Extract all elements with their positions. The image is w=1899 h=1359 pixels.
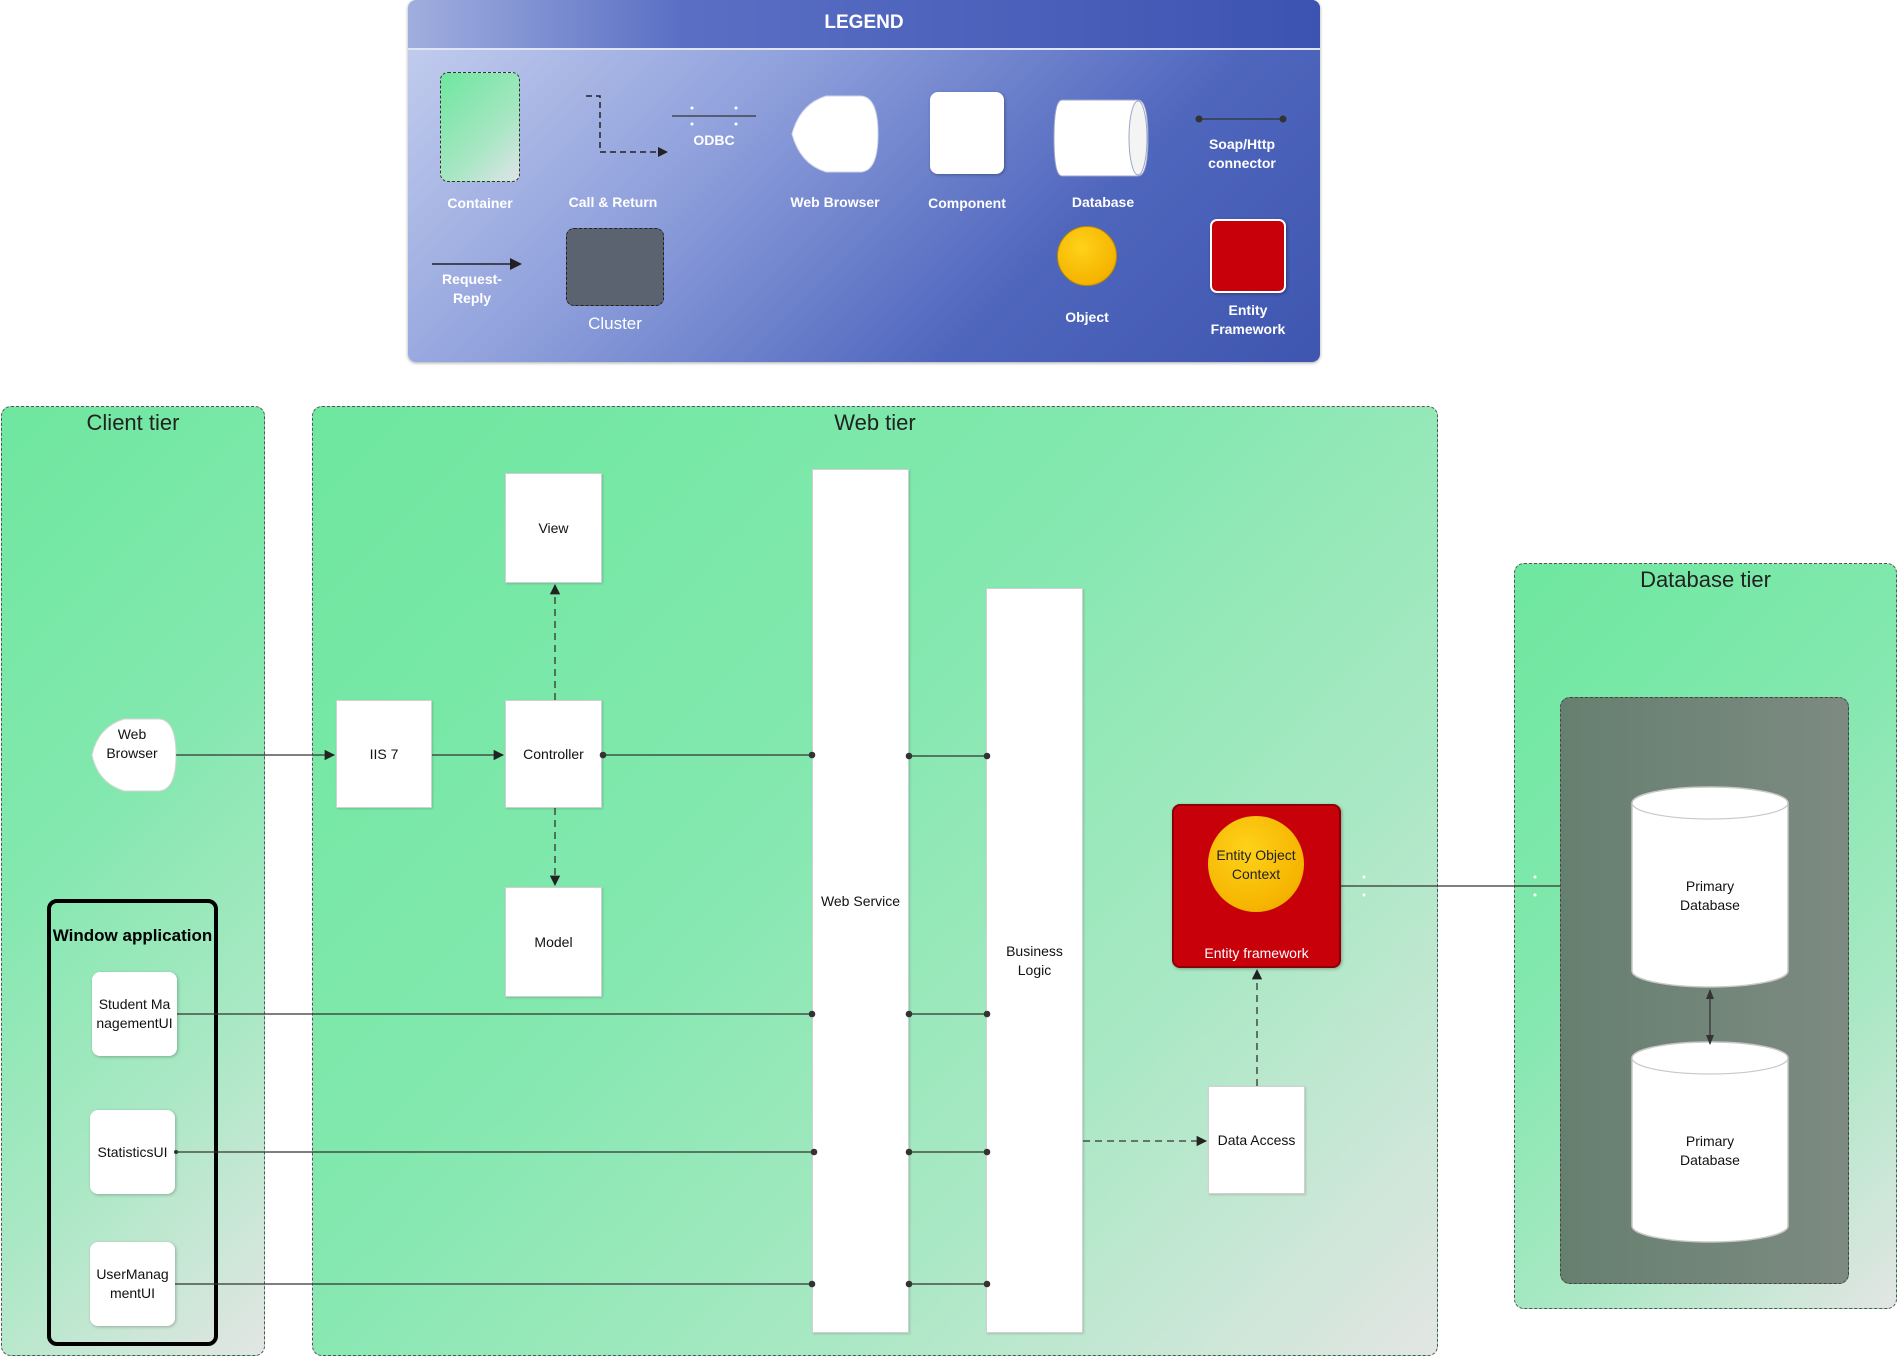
web-service-to-business-logic-connectors [905,752,991,1288]
entity-framework-to-database-odbc-connector [1341,875,1560,897]
user-ui-to-web-service-connector [175,1280,816,1288]
controller-to-web-service-connector [599,751,816,759]
statistics-ui-to-web-service-connector [174,1148,818,1156]
connectors-layer [174,583,1714,1288]
student-ui-to-web-service-connector [177,1010,816,1018]
database-replication-connector [1706,989,1714,1045]
